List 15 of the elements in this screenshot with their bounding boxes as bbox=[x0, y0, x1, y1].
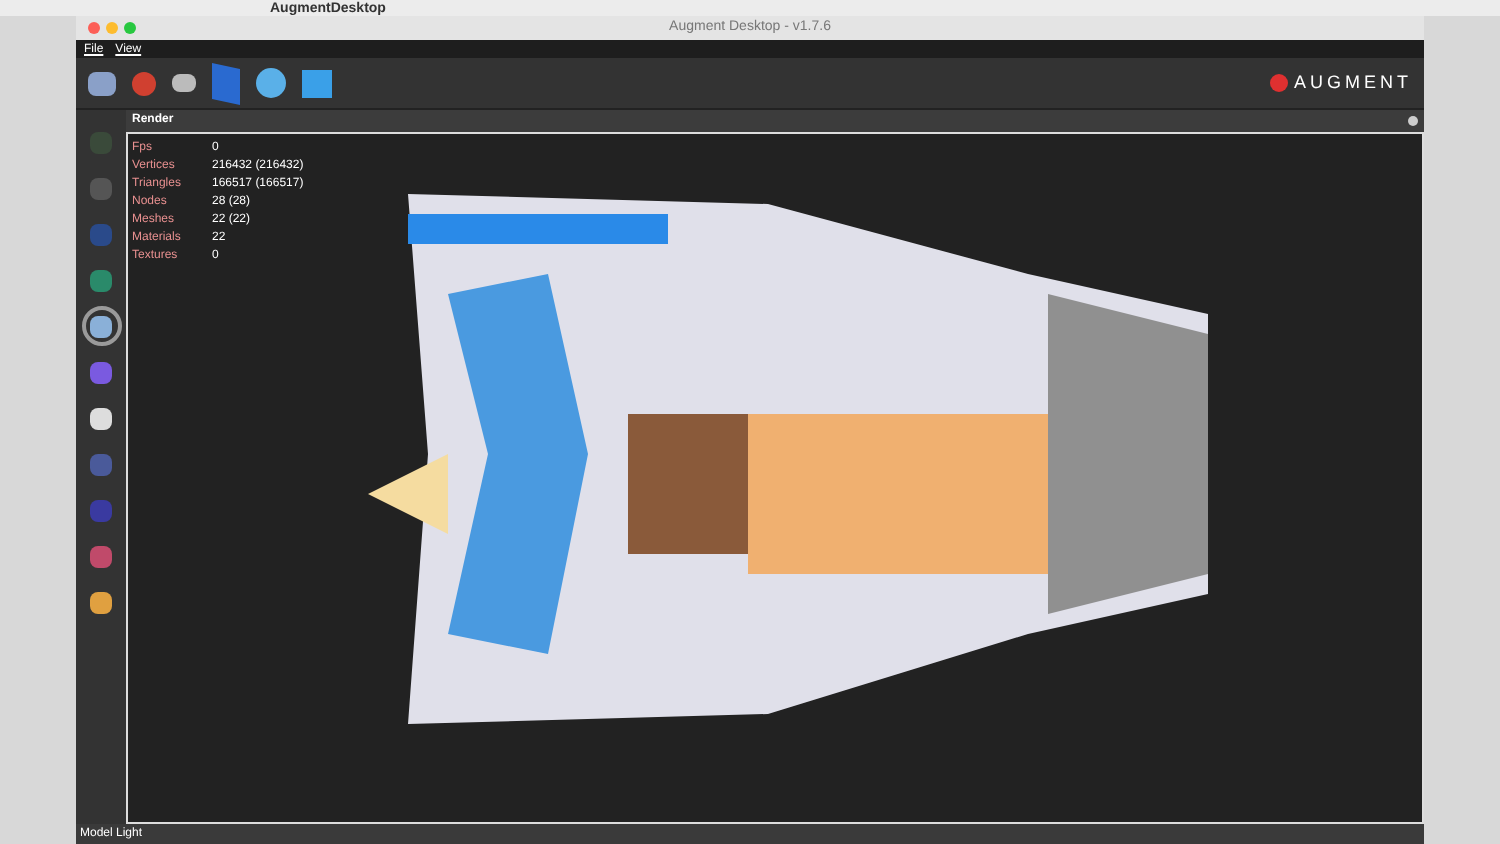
close-button[interactable] bbox=[88, 22, 100, 34]
tool-icon bbox=[90, 223, 112, 245]
tool-icon bbox=[90, 315, 112, 337]
zoom-button[interactable] bbox=[124, 22, 136, 34]
tool-icon bbox=[90, 453, 112, 475]
tool-icon bbox=[90, 177, 112, 199]
tool-button[interactable] bbox=[81, 306, 121, 346]
brand-logo: AUGMENT bbox=[1294, 69, 1412, 96]
tool-icon bbox=[90, 591, 112, 613]
tool-icon bbox=[90, 407, 112, 429]
tool-icon bbox=[90, 499, 112, 521]
logo-icon bbox=[1270, 74, 1288, 92]
tool-icon bbox=[90, 361, 112, 383]
tool-icon bbox=[90, 545, 112, 567]
tool-icon bbox=[90, 269, 112, 291]
